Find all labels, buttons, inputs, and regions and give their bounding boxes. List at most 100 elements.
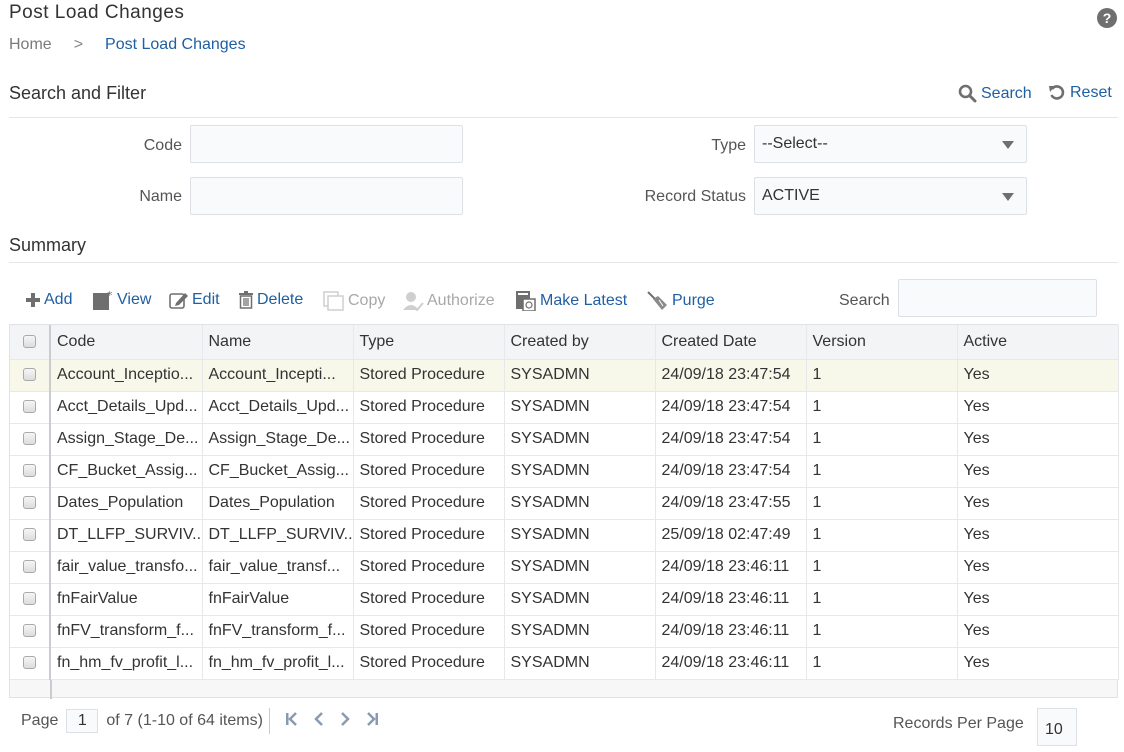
table-row[interactable]: fnFairValue fnFairValue Stored Procedure SY… (10, 583, 1119, 616)
cell-active: Yes (957, 423, 1119, 456)
cell-code: DT_LLFP_SURVIV... (50, 519, 203, 552)
column-header-code[interactable]: Code (50, 325, 203, 360)
search-button[interactable]: Search (958, 84, 1032, 103)
select-all-checkbox[interactable] (10, 325, 51, 360)
row-checkbox-cell[interactable] (10, 487, 51, 520)
trash-icon (239, 291, 253, 309)
table-row[interactable]: fnFV_transform_f... fnFV_transform_f... St… (10, 615, 1119, 648)
column-header-version[interactable]: Version (806, 325, 958, 360)
row-checkbox[interactable] (23, 592, 36, 606)
cell-created-by: SYSADMN (504, 647, 656, 680)
table-row[interactable]: Acct_Details_Upd... Acct_Details_Upd... St… (10, 391, 1119, 424)
column-header-active[interactable]: Active (957, 325, 1119, 360)
records-per-page-input[interactable]: 10 (1037, 708, 1077, 746)
column-header-created-by[interactable]: Created by (504, 325, 656, 360)
add-button[interactable]: Add (25, 291, 72, 309)
type-label: Type (711, 137, 746, 154)
column-header-type[interactable]: Type (353, 325, 505, 360)
checkbox[interactable] (23, 335, 36, 349)
breadcrumb-current[interactable]: Post Load Changes (105, 36, 246, 54)
row-checkbox[interactable] (23, 496, 36, 510)
code-input[interactable] (190, 125, 463, 163)
delete-button[interactable]: Delete (238, 291, 303, 309)
dropdown-caret-icon (1002, 141, 1014, 149)
table-row[interactable]: fair_value_transfo... fair_value_transf..… (10, 551, 1119, 584)
cell-name: Acct_Details_Upd... (202, 391, 354, 424)
row-checkbox-cell[interactable] (10, 423, 51, 456)
cell-type: Stored Procedure (353, 487, 505, 520)
authorize-button[interactable]: Authorize (402, 291, 495, 311)
row-checkbox-cell[interactable] (10, 551, 51, 584)
copy-button[interactable]: Copy (323, 291, 385, 311)
cell-version: 1 (806, 391, 958, 424)
table-row[interactable]: Dates_Population Dates_Population Stored P… (10, 487, 1119, 520)
previous-page-icon[interactable] (314, 711, 324, 731)
edit-pencil-icon (169, 293, 188, 309)
type-select[interactable]: --Select-- (754, 125, 1027, 163)
row-checkbox-cell[interactable] (10, 615, 51, 648)
authorize-label: Authorize (427, 292, 495, 309)
cell-created-by: SYSADMN (504, 455, 656, 488)
table-row[interactable]: CF_Bucket_Assig... CF_Bucket_Assig... Stor… (10, 455, 1119, 488)
row-checkbox-cell[interactable] (10, 519, 51, 552)
cell-code: fnFV_transform_f... (50, 615, 203, 648)
row-checkbox[interactable] (23, 400, 36, 414)
record-status-label: Record Status (644, 188, 746, 205)
cell-name: fair_value_transf... (202, 551, 354, 584)
make-latest-button[interactable]: Make Latest (515, 291, 627, 311)
name-input[interactable] (190, 177, 463, 215)
make-latest-label: Make Latest (540, 292, 628, 309)
table-row[interactable]: fn_hm_fv_profit_l... fn_hm_fv_profit_l...… (10, 647, 1119, 680)
cell-version: 1 (806, 583, 958, 616)
record-status-select[interactable]: ACTIVE (754, 177, 1027, 215)
divider (268, 708, 270, 734)
column-header-created-date[interactable]: Created Date (655, 325, 807, 360)
cell-name: fnFV_transform_f... (202, 615, 354, 648)
record-status-select-value: ACTIVE (762, 187, 820, 204)
cell-created-by: SYSADMN (504, 391, 656, 424)
row-checkbox-cell[interactable] (10, 647, 51, 680)
cell-version: 1 (806, 551, 958, 584)
first-page-icon[interactable] (285, 711, 298, 731)
next-page-icon[interactable] (340, 711, 350, 731)
table-row[interactable]: Assign_Stage_De... Assign_Stage_De... Stor… (10, 423, 1119, 456)
cell-active: Yes (957, 487, 1119, 520)
cell-created-by: SYSADMN (504, 359, 656, 392)
last-page-icon[interactable] (366, 711, 378, 731)
column-header-name[interactable]: Name (202, 325, 354, 360)
table-header-row: Code Name Type Created by Created Date V… (10, 325, 1119, 360)
row-checkbox[interactable] (23, 656, 36, 670)
delete-label: Delete (257, 291, 304, 308)
reset-button[interactable]: Reset (1048, 84, 1112, 102)
purge-button[interactable]: Purge (647, 291, 715, 311)
summary-title: Summary (9, 235, 87, 255)
row-checkbox[interactable] (23, 624, 36, 638)
table-row[interactable]: DT_LLFP_SURVIV... DT_LLFP_SURVIV... Stored… (10, 519, 1119, 552)
page-number-input[interactable]: 1 (66, 709, 99, 733)
records-per-page-label: Records Per Page (893, 715, 1024, 732)
row-checkbox-cell[interactable] (10, 583, 51, 616)
view-button[interactable]: * View (92, 290, 151, 310)
row-checkbox[interactable] (23, 432, 36, 446)
row-checkbox[interactable] (23, 560, 36, 574)
cell-type: Stored Procedure (353, 359, 505, 392)
row-checkbox[interactable] (23, 528, 36, 542)
breadcrumb-home[interactable]: Home (9, 36, 52, 54)
cell-version: 1 (806, 615, 958, 648)
row-checkbox[interactable] (23, 368, 36, 382)
divider (9, 262, 1118, 263)
row-checkbox-cell[interactable] (10, 455, 51, 488)
edit-button[interactable]: Edit (169, 291, 220, 309)
plus-icon (26, 293, 40, 307)
table-row[interactable]: Account_Inceptio... Account_Incepti... Sto… (10, 359, 1119, 392)
row-checkbox[interactable] (23, 464, 36, 478)
row-checkbox-cell[interactable] (10, 391, 51, 424)
cell-version: 1 (806, 423, 958, 456)
cell-created-by: SYSADMN (504, 423, 656, 456)
row-checkbox-cell[interactable] (10, 359, 51, 392)
help-icon[interactable]: ? (1097, 8, 1117, 28)
reset-icon (1049, 85, 1065, 100)
cell-type: Stored Procedure (353, 423, 505, 456)
cell-type: Stored Procedure (353, 583, 505, 616)
grid-search-input[interactable] (898, 279, 1097, 317)
